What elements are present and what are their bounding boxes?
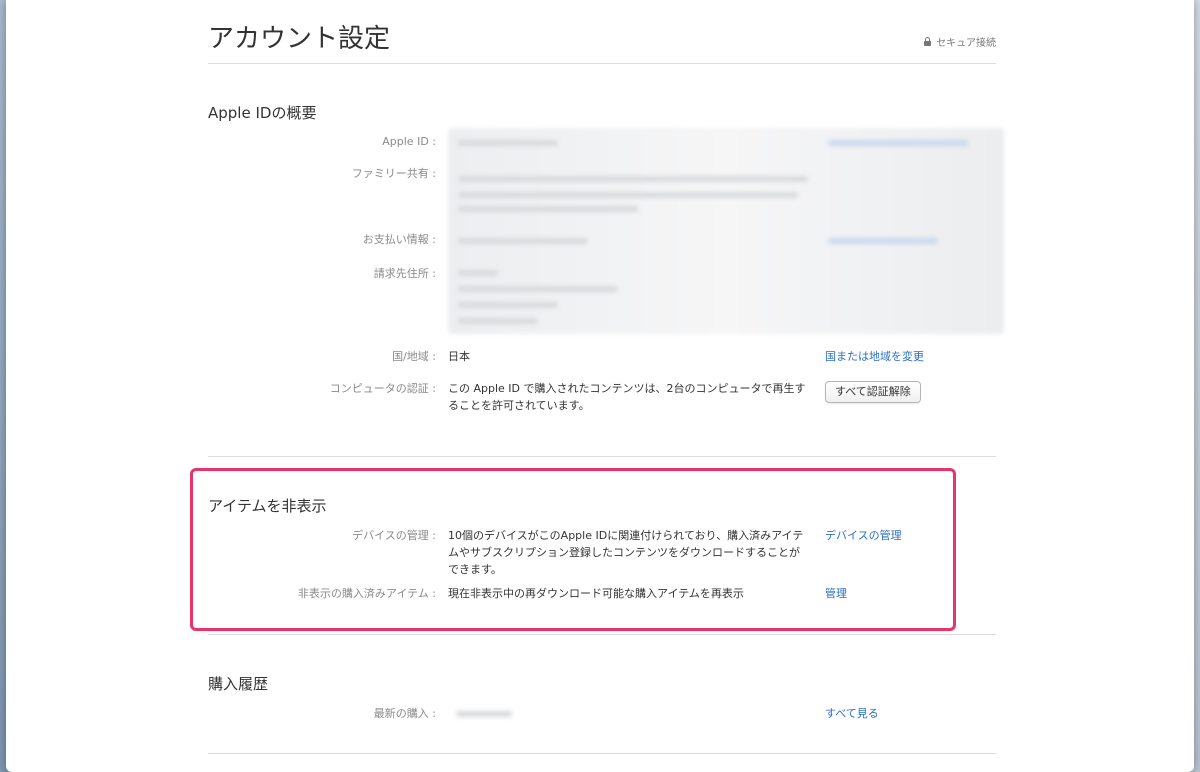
country-value: 日本 <box>448 350 470 363</box>
redacted-date <box>456 711 512 717</box>
redacted-line <box>458 140 558 146</box>
apple-id-summary-title: Apple IDの概要 <box>208 104 317 122</box>
highlight-box <box>190 468 956 631</box>
computer-auth-label: コンピュータの認証 : <box>329 382 436 395</box>
see-all-link[interactable]: すべて見る <box>825 705 879 722</box>
billing-address-label: 請求先住所 : <box>373 267 436 280</box>
redacted-link <box>828 238 938 244</box>
page-header: アカウント設定 セキュア接続 <box>208 18 996 64</box>
page-title: アカウント設定 <box>208 24 391 54</box>
redacted-line <box>458 302 558 308</box>
family-sharing-label: ファミリー共有 : <box>351 167 436 180</box>
apple-id-label: Apple ID : <box>382 135 436 148</box>
secure-label: セキュア接続 <box>936 38 996 49</box>
country-label: 国/地域 : <box>392 350 436 363</box>
redacted-line <box>458 176 808 182</box>
page-content: アカウント設定 セキュア接続 Apple IDの概要 Apple ID : ファ… <box>208 0 1004 772</box>
payment-info-label: お支払い情報 : <box>362 233 436 246</box>
change-country-link[interactable]: 国または地域を変更 <box>825 348 924 365</box>
section-divider <box>208 456 996 457</box>
secure-connection: セキュア接続 <box>923 34 996 49</box>
redacted-line <box>458 318 538 324</box>
account-settings-sheet: アカウント設定 セキュア接続 Apple IDの概要 Apple ID : ファ… <box>6 0 1194 772</box>
computer-auth-value: この Apple ID で購入されたコンテンツは、2台のコンピュータで再生するこ… <box>448 382 806 412</box>
redacted-line <box>458 270 498 276</box>
purchase-history-title: 購入履歴 <box>208 675 269 693</box>
section-divider <box>208 753 996 754</box>
lock-icon <box>923 37 932 46</box>
latest-purchase-label: 最新の購入 : <box>373 707 436 720</box>
deauthorize-all-button[interactable]: すべて認証解除 <box>825 381 921 403</box>
section-divider <box>208 634 996 635</box>
redacted-line <box>458 286 618 292</box>
redacted-line <box>458 192 798 198</box>
redacted-line <box>458 206 638 212</box>
redacted-link <box>828 140 968 146</box>
redacted-line <box>458 238 588 244</box>
